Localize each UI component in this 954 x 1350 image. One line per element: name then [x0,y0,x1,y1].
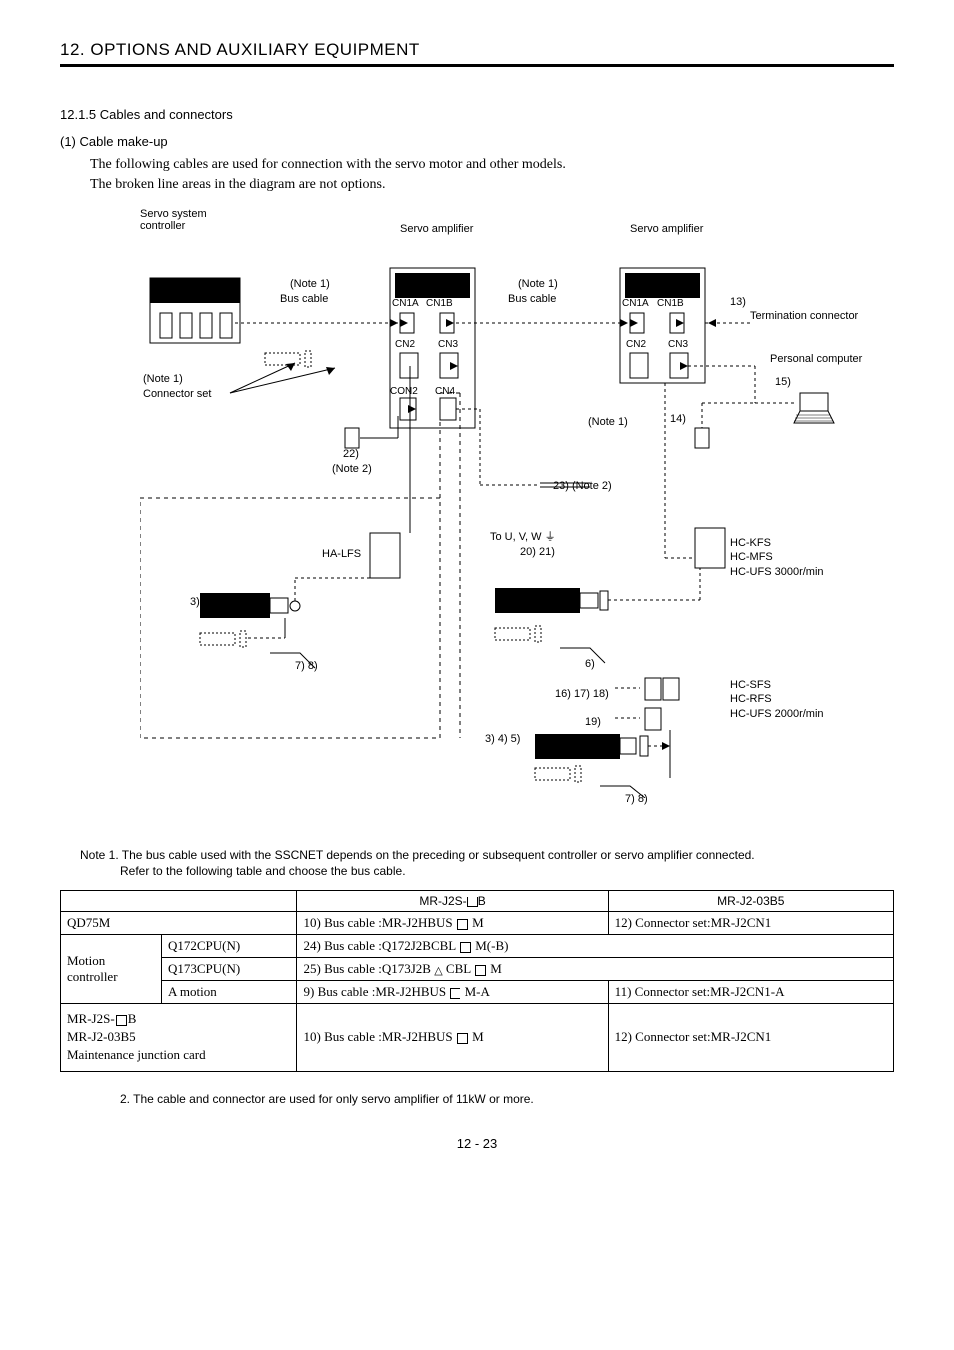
label-ref20-21: 20) 21) [520,546,555,558]
label-servo-amplifier-1: Servo amplifier [400,223,473,235]
label-ref22: 22) [343,448,359,460]
cell-qd75m-connector: 12) Connector set:MR-J2CN1 [608,912,893,935]
subsection-title: (1) Cable make-up [60,134,894,149]
label-bus-cable-b: Bus cable [508,293,556,305]
cell-amotion: A motion [162,981,297,1004]
label-note1-c: (Note 1) [143,373,183,385]
note-1-line-2: Refer to the following table and choose … [120,864,894,878]
label-ref23-note2: 23) (Note 2) [553,480,612,492]
label-cn1a-1: CN1A [392,298,419,309]
label-cn1b-2: CN1B [657,298,684,309]
cell-bottom-buscable: 10) Bus cable :MR-J2HBUS M [297,1004,608,1072]
section-title: 12.1.5 Cables and connectors [60,107,894,122]
row-bottom-labels: MR-J2S-B MR-J2-03B5 Maintenance junction… [61,1004,297,1072]
header-mrj203b5: MR-J2-03B5 [608,891,893,912]
header-mrj2s: MR-J2S-B [297,891,608,912]
body-line-1: The following cables are used for connec… [90,157,894,173]
label-termination-connector: Termination connector [750,310,858,322]
note-1-line-1: Note 1. The bus cable used with the SSCN… [80,848,894,862]
chapter-title: 12. OPTIONS AND AUXILIARY EQUIPMENT [60,40,894,67]
bus-cable-table: MR-J2S-B MR-J2-03B5 QD75M 10) Bus cable … [60,890,894,1072]
page-number: 12 - 23 [60,1136,894,1151]
label-cn4: CN4 [435,386,455,397]
label-ref1-2: 1) 2) [513,596,536,608]
label-connector-set: Connector set [143,388,211,400]
cell-q173-buscable: 25) Bus cable :Q173J2B △ CBL M [297,958,894,981]
cell-bottom-connector: 12) Connector set:MR-J2CN1 [608,1004,893,1072]
cell-amotion-connector: 11) Connector set:MR-J2CN1-A [608,981,893,1004]
cell-q173: Q173CPU(N) [162,958,297,981]
cell-q172: Q172CPU(N) [162,935,297,958]
label-cn1a-2: CN1A [622,298,649,309]
label-ha-lfs: HA-LFS [322,548,361,560]
label-note1-d: (Note 1) [588,416,628,428]
cell-q172-buscable: 24) Bus cable :Q172J2BCBL M(-B) [297,935,894,958]
label-servo-system-controller: Servo system controller [140,208,207,232]
label-ref14: 14) [670,413,686,425]
label-cn1b-1: CN1B [426,298,453,309]
cell-amotion-buscable: 9) Bus cable :MR-J2HBUS M-A [297,981,608,1004]
label-con2: CON2 [390,386,418,397]
label-ref19: 19) [585,716,601,728]
cell-qd75m-buscable: 10) Bus cable :MR-J2HBUS M [297,912,608,935]
label-ref78-b: 7) 8) [625,793,648,805]
label-servo-amplifier-2: Servo amplifier [630,223,703,235]
label-ref16-17-18: 16) 17) 18) [555,688,609,700]
label-note1-a: (Note 1) [290,278,330,290]
label-hc-group2: HC-SFS HC-RFS HC-UFS 2000r/min [730,678,824,721]
row-qd75m: QD75M [61,912,297,935]
body-line-2: The broken line areas in the diagram are… [90,177,894,193]
label-cn3-2: CN3 [668,339,688,350]
label-hc-group1: HC-KFS HC-MFS HC-UFS 3000r/min [730,536,824,579]
label-note2-a: (Note 2) [332,463,372,475]
label-note1-b: (Note 1) [518,278,558,290]
label-ref6: 6) [585,658,595,670]
label-cn2-2: CN2 [626,339,646,350]
note-2: 2. The cable and connector are used for … [120,1092,894,1106]
wiring-diagram: Servo system controller Servo amplifier … [90,208,894,828]
label-ref345-b: 3) 4) 5) [485,733,520,745]
label-ref15: 15) [775,376,791,388]
label-ref13: 13) [730,296,746,308]
label-ref345-a: 3) 4) 5) [190,596,225,608]
label-to-uvw: To U, V, W ⏚ [490,528,556,544]
row-motion-controller: Motion controller [61,935,162,1004]
label-personal-computer: Personal computer [770,353,862,365]
label-cn3-1: CN3 [438,339,458,350]
label-bus-cable-a: Bus cable [280,293,328,305]
label-cn2-1: CN2 [395,339,415,350]
label-ref78-a: 7) 8) [295,660,318,672]
